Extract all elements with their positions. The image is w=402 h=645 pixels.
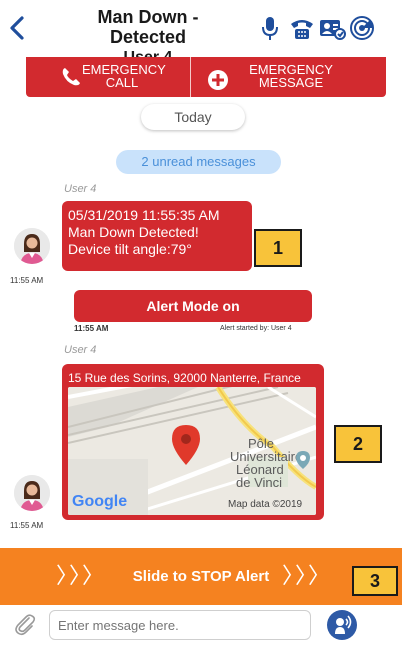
map-preview[interactable]: Pôle Universitaire Léonard de Vinci Goog…: [68, 387, 316, 515]
message-line-3: Device tilt angle:79°: [68, 241, 192, 257]
map-attribution: Map data ©2019: [228, 499, 303, 510]
map-poi-label: Pôle Universitaire Léonard de Vinci: [230, 437, 302, 490]
title-line-1: Man Down - Detected: [97, 7, 199, 47]
emergency-call-button[interactable]: EMERGENCY CALL: [26, 57, 190, 97]
emergency-call-line-2: CALL: [105, 75, 139, 90]
message-plus-icon: [208, 70, 228, 90]
microphone-button[interactable]: [256, 14, 284, 42]
contact-card-icon: [320, 20, 346, 40]
slide-label: Slide to STOP Alert: [132, 568, 270, 585]
poi-marker-icon: [296, 451, 310, 469]
sender-name-2: User 4: [64, 344, 97, 356]
message-line-2: Man Down Detected!: [68, 224, 199, 240]
callout-marker-1: 1: [254, 229, 302, 267]
radar-button[interactable]: [348, 14, 376, 42]
message-input[interactable]: [49, 610, 311, 640]
phone-icon: [291, 20, 313, 39]
map-pin-icon: [172, 425, 200, 465]
paperclip-icon: [15, 614, 36, 636]
callout-marker-3: 3: [352, 566, 398, 596]
phone-button[interactable]: [288, 14, 316, 42]
emergency-message-button[interactable]: EMERGENCY MESSAGE: [191, 57, 386, 97]
alert-started-by: Alert started by: User 4: [220, 325, 292, 332]
poi-line-4: de Vinci: [236, 475, 283, 490]
message-time-2: 11:55 AM: [10, 521, 44, 530]
alert-mode-banner[interactable]: Alert Mode on: [74, 290, 312, 322]
message-line-1: 05/31/2019 11:55:35 AM: [68, 207, 220, 223]
location-address: 15 Rue des Sorins, 92000 Nanterre, Franc…: [68, 371, 301, 385]
contact-card-button[interactable]: [318, 14, 346, 42]
attach-button[interactable]: [12, 612, 38, 638]
phone-handset-icon: [62, 68, 80, 86]
avatar-2[interactable]: [14, 475, 50, 511]
voice-message-button[interactable]: [327, 610, 357, 640]
voice-icon: [335, 615, 352, 634]
unread-messages-pill[interactable]: 2 unread messages: [116, 150, 281, 174]
message-time: 11:55 AM: [10, 276, 44, 285]
sender-name: User 4: [64, 183, 97, 195]
emergency-message-label: EMERGENCY MESSAGE: [241, 63, 341, 89]
avatar[interactable]: [14, 228, 50, 264]
user-avatar-icon: [14, 228, 50, 264]
alert-message-bubble[interactable]: 05/31/2019 11:55:35 AM Man Down Detected…: [62, 201, 252, 271]
chevrons-right-icon: 〉〉〉: [282, 563, 333, 588]
user-avatar-icon: [14, 475, 50, 511]
radar-icon: [350, 16, 374, 40]
back-button[interactable]: [6, 14, 30, 42]
back-icon: [10, 16, 24, 40]
date-pill: Today: [141, 104, 245, 130]
emergency-message-line-2: MESSAGE: [258, 75, 324, 90]
callout-marker-2: 2: [334, 425, 382, 463]
google-logo: Google: [72, 493, 128, 510]
alert-time: 11:55 AM: [74, 324, 109, 333]
microphone-icon: [262, 17, 278, 40]
emergency-call-label: EMERGENCY CALL: [82, 63, 166, 90]
